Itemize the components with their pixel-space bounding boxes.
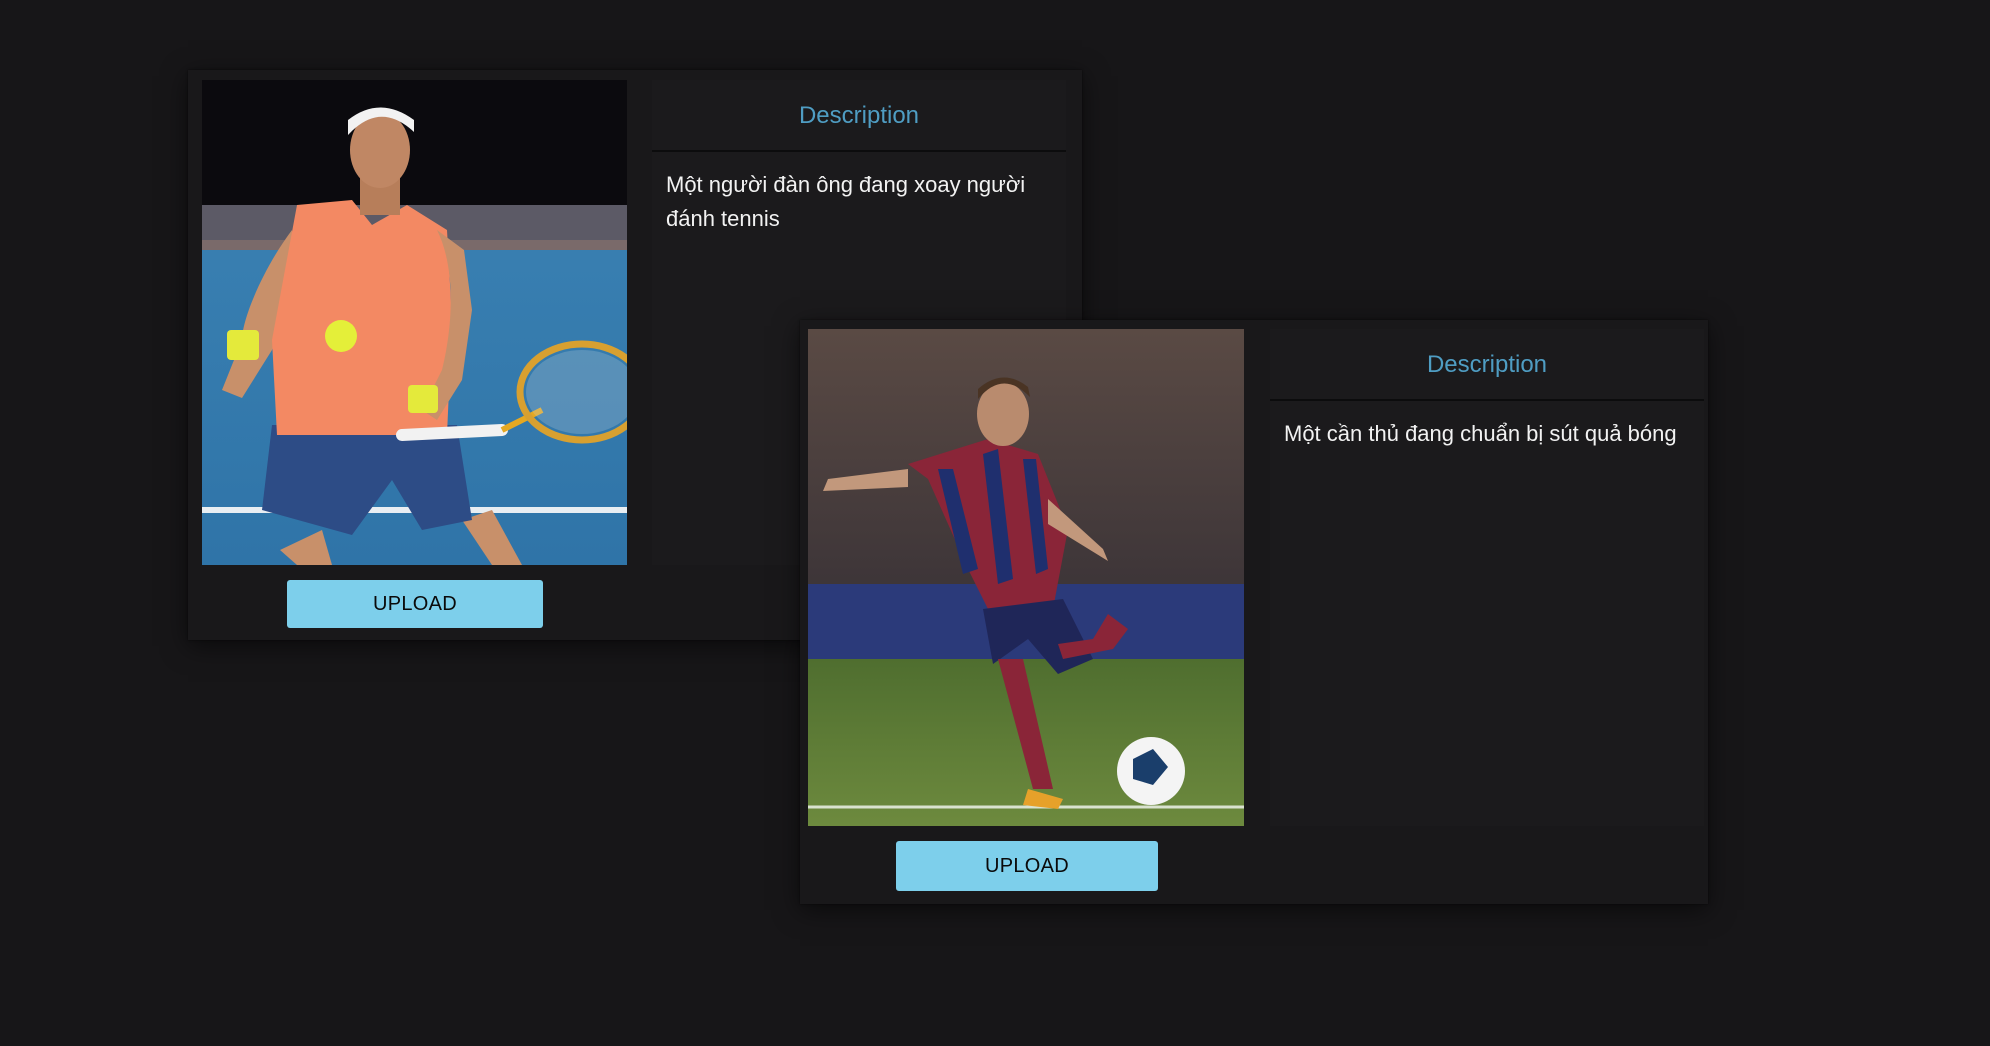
image-caption-card-2: Description Một cần thủ đang chuẩn bị sú…: [800, 320, 1708, 904]
description-text: Một người đàn ông đang xoay người đánh t…: [666, 172, 1026, 231]
description-text: Một cần thủ đang chuẩn bị sút quả bóng: [1284, 421, 1677, 446]
description-heading: Description: [652, 80, 1066, 152]
description-panel-2: Description Một cần thủ đang chuẩn bị sú…: [1270, 329, 1704, 826]
upload-button[interactable]: UPLOAD: [287, 580, 543, 628]
tennis-photo: [202, 80, 627, 565]
description-heading: Description: [1270, 329, 1704, 401]
upload-button[interactable]: UPLOAD: [896, 841, 1158, 891]
football-photo: [808, 329, 1244, 826]
